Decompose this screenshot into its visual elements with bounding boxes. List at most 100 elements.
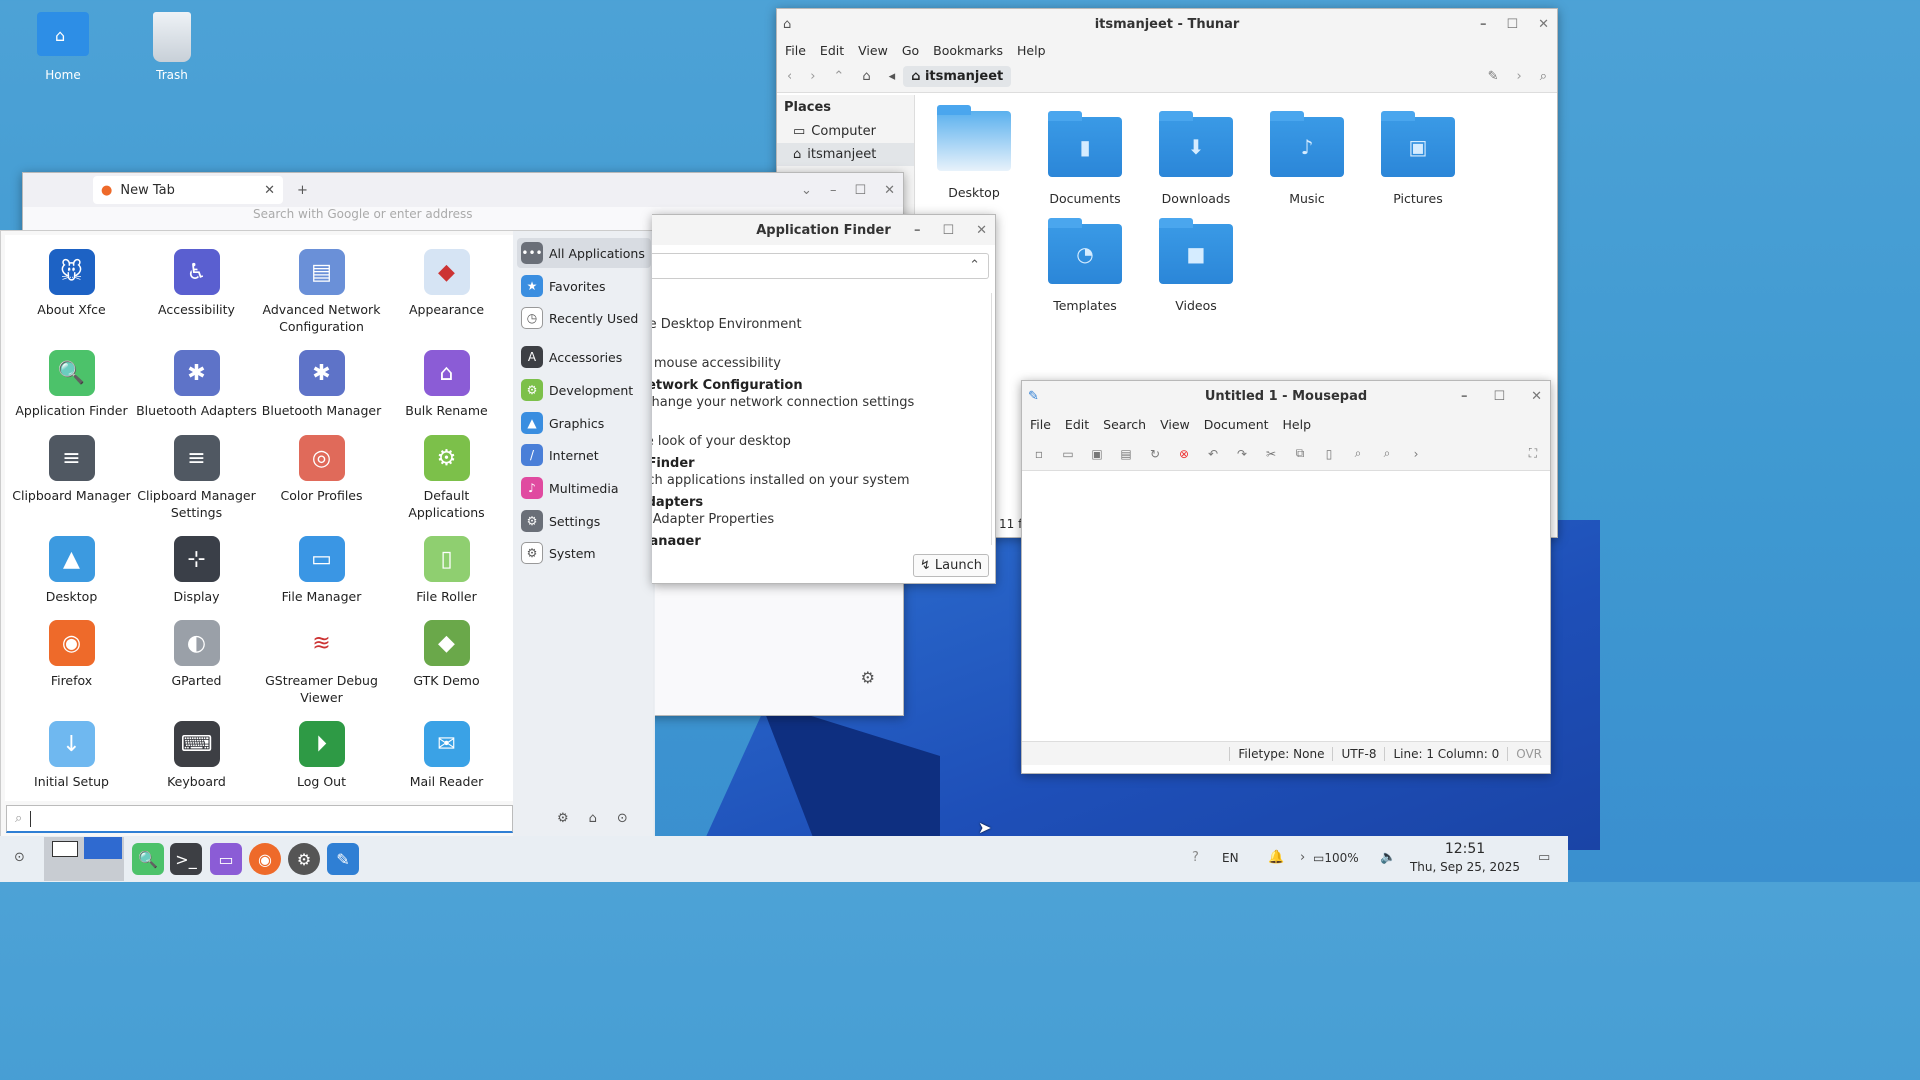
app-launcher[interactable]: ✉ Mail Reader [384,721,509,790]
app-launcher[interactable]: ≡ Clipboard Manager Settings [134,435,259,521]
path-left-icon[interactable]: ◂ [889,69,896,84]
battery-indicator[interactable]: ▭100% [1313,851,1359,865]
app-launcher[interactable]: ▯ File Roller [384,536,509,605]
appfinder-taskbar-icon[interactable]: 🔍 [132,843,164,875]
logout-icon[interactable]: ⊙ [617,811,628,826]
settings-taskbar-icon[interactable]: ⚙ [288,843,320,875]
app-launcher[interactable]: ▲ Desktop [9,536,134,605]
mousepad-taskbar-icon[interactable]: ✎ [327,843,359,875]
lock-icon[interactable]: ⌂ [589,811,597,826]
chevron-down-icon[interactable]: ⌄ [801,183,812,198]
app-launcher[interactable]: ◎ Color Profiles [259,435,384,504]
category-item[interactable]: ★ Favorites [521,271,605,301]
open-icon[interactable]: ▭ [1059,447,1077,461]
search-icon[interactable]: ⌕ [1540,69,1547,84]
volume-icon[interactable]: 🔈 [1380,850,1396,865]
category-item[interactable]: ♪ Multimedia [521,473,619,503]
path-right-icon[interactable]: › [1517,69,1522,84]
copy-icon[interactable]: ⧉ [1291,446,1309,461]
desktop-icon-trash[interactable]: Trash [127,12,217,82]
workspace-2[interactable] [84,837,122,859]
category-item[interactable]: ▲ Graphics [521,408,604,438]
app-launcher[interactable]: ▭ File Manager [259,536,384,605]
app-launcher[interactable]: ♿ Accessibility [134,249,259,318]
appfinder-item[interactable]: Bluetooth Adapters Set Bluetooth Adapter … [652,494,774,528]
folder-pictures[interactable]: ▣ Pictures [1368,111,1468,206]
help-icon[interactable]: ? [1192,850,1199,865]
folder-desktop[interactable]: Desktop [924,105,1024,200]
minimize-icon[interactable]: – [830,183,837,198]
appfinder-item[interactable]: AppearanceCustomize the look of your des… [652,416,791,450]
clock[interactable]: 12:51 Thu, Sep 25, 2025 [1405,840,1525,876]
save-as-icon[interactable]: ▤ [1117,447,1135,461]
category-item[interactable]: / Internet [521,440,599,470]
keyboard-layout[interactable]: EN [1222,851,1239,865]
reload-icon[interactable]: ↻ [1146,447,1164,461]
menu-edit[interactable]: Edit [820,43,844,58]
whisker-search-input[interactable]: ⌕ [6,805,513,833]
menu-document[interactable]: Document [1204,417,1269,432]
appfinder-item[interactable]: Advanced Network Configuration Manage and… [652,377,914,411]
back-icon[interactable]: ‹ [787,69,792,84]
folder-templates[interactable]: ◔ Templates [1035,218,1135,313]
home-icon[interactable]: ⌂ [862,69,870,84]
file-manager-taskbar-icon[interactable]: ▭ [210,843,242,875]
minimize-icon[interactable]: – [1480,17,1487,32]
cut-icon[interactable]: ✂ [1262,447,1280,461]
app-launcher[interactable]: ✱ Bluetooth Manager [259,350,384,419]
save-icon[interactable]: ▣ [1088,447,1106,461]
menu-file[interactable]: File [1030,417,1051,432]
minimize-icon[interactable]: – [914,223,921,238]
folder-videos[interactable]: ■ Videos [1146,218,1246,313]
close-tab-icon[interactable]: ✕ [264,183,275,198]
app-launcher[interactable]: ⌂ Bulk Rename [384,350,509,419]
place-home[interactable]: ⌂ itsmanjeet [777,143,914,166]
menu-view[interactable]: View [1160,417,1190,432]
menu-go[interactable]: Go [902,43,919,58]
app-launcher[interactable]: ≡ Clipboard Manager [9,435,134,504]
app-launcher[interactable]: ◐ GParted [134,620,259,689]
maximize-icon[interactable]: ☐ [1506,17,1518,32]
category-item[interactable]: ••• All Applications [517,238,651,268]
appfinder-item[interactable]: AccessibilityKeyboard and mouse accessib… [652,338,781,372]
appfinder-item[interactable]: Bluetooth ManagerPreferences [652,533,701,545]
fullscreen-icon[interactable]: ⛶ [1524,446,1542,461]
paste-icon[interactable]: ▯ [1320,447,1338,461]
app-launcher[interactable]: ⚙ Default Applications [384,435,509,521]
close-icon[interactable]: ✕ [976,223,987,238]
menu-file[interactable]: File [785,43,806,58]
notification-bell-icon[interactable]: 🔔 [1268,850,1284,865]
close-icon[interactable]: ✕ [884,183,895,198]
new-tab-icon[interactable]: + [297,183,308,198]
app-launcher[interactable]: ⊹ Display [134,536,259,605]
goto-icon[interactable]: › [1407,447,1425,461]
appfinder-titlebar[interactable]: Application Finder – ☐ ✕ [652,215,995,245]
settings-gear-icon[interactable]: ⚙ [861,668,875,687]
undo-icon[interactable]: ↶ [1204,447,1222,461]
menu-bookmarks[interactable]: Bookmarks [933,43,1003,58]
category-item[interactable]: ⚙ System [521,538,596,568]
forward-icon[interactable]: › [810,69,815,84]
whisker-menu-button-icon[interactable]: ⊙ [14,850,25,865]
settings-icon[interactable]: ⚙ [557,811,569,826]
maximize-icon[interactable]: ☐ [854,183,866,198]
desktop-icon-home[interactable]: ⌂ Home [18,12,108,82]
edit-path-icon[interactable]: ✎ [1488,69,1499,84]
workspace-1[interactable] [52,841,78,857]
category-item[interactable]: ◷ Recently Used [521,303,638,333]
launch-button[interactable]: ↯ Launch [912,554,989,577]
filetype-status[interactable]: Filetype: None [1229,746,1332,761]
terminal-taskbar-icon[interactable]: >_ [170,843,202,875]
tab-new-tab[interactable]: ● New Tab ✕ [93,176,283,204]
firefox-taskbar-icon[interactable]: ◉ [249,843,281,875]
app-launcher[interactable]: ✱ Bluetooth Adapters [134,350,259,419]
app-launcher[interactable]: ◆ GTK Demo [384,620,509,689]
category-item[interactable]: ⚙ Settings [521,506,600,536]
path-button[interactable]: ⌂ itsmanjeet [903,66,1012,87]
category-item[interactable]: A Accessories [521,342,622,372]
appfinder-item[interactable]: Application Finder Find and launch applic… [652,455,910,489]
redo-icon[interactable]: ↷ [1233,447,1251,461]
app-launcher[interactable]: ≋ GStreamer Debug Viewer [259,620,384,706]
app-launcher[interactable]: 🐭 About Xfce [9,249,134,318]
folder-music[interactable]: ♪ Music [1257,111,1357,206]
